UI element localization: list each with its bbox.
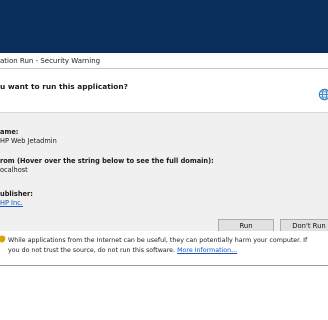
title-bar [0, 0, 328, 53]
from-label: rom (Hover over the string below to see … [0, 157, 214, 165]
application-details-panel: ame: HP Web Jetadmin rom (Hover over the… [0, 112, 328, 232]
divider [0, 68, 328, 69]
more-information-link[interactable]: More Information... [177, 247, 237, 254]
name-value: HP Web Jetadmin [0, 137, 57, 145]
warning-footer: While applications from the Internet can… [0, 231, 328, 265]
warning-text-line-1: While applications from the Internet can… [8, 237, 308, 244]
warning-text-line-2: you do not trust the source, do not run … [8, 247, 237, 254]
warning-text-line-2-body: you do not trust the source, do not run … [8, 247, 176, 254]
security-warning-dialog: ation Run - Security Warning u want to r… [0, 53, 328, 266]
from-value[interactable]: ocalhost [0, 166, 28, 174]
globe-icon [318, 88, 328, 101]
name-label: ame: [0, 128, 19, 136]
publisher-label: ublisher: [0, 190, 33, 198]
shield-warning-icon [0, 235, 6, 243]
dialog-caption: ation Run - Security Warning [0, 57, 101, 65]
dialog-question: u want to run this application? [0, 82, 128, 91]
publisher-link[interactable]: HP Inc. [0, 199, 23, 207]
